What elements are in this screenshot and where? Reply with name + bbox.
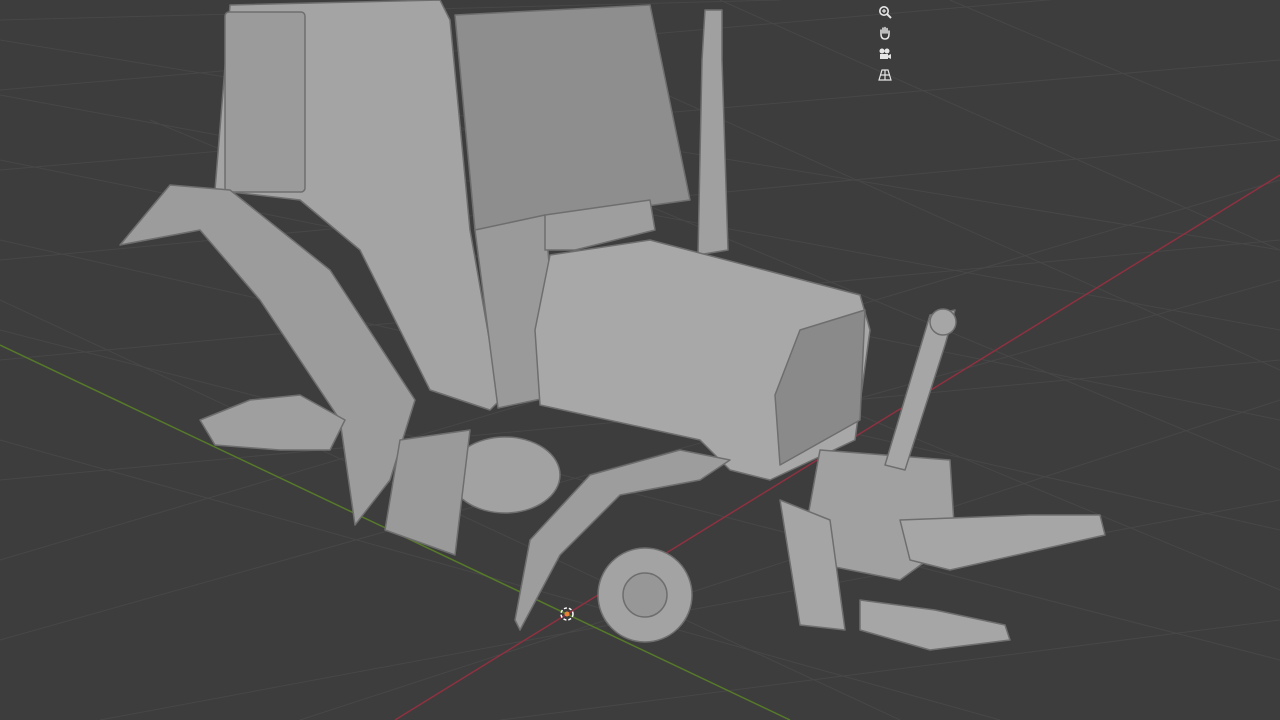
3d-cursor[interactable]: [560, 607, 574, 621]
camera-view-icon[interactable]: [875, 44, 895, 64]
scene-canvas[interactable]: [0, 0, 1280, 720]
zoom-icon[interactable]: [875, 2, 895, 22]
tractor-model[interactable]: [119, 0, 1106, 651]
cab-window: [454, 4, 691, 231]
wheel-hub: [622, 572, 668, 618]
top-link-eye: [929, 308, 957, 336]
lift-arm-lower: [859, 599, 1011, 651]
hand-pan-icon[interactable]: [875, 23, 895, 43]
lift-arm-upper: [899, 514, 1106, 571]
side-window: [224, 11, 306, 193]
navigation-gizmos: [875, 2, 897, 85]
3d-viewport[interactable]: [0, 0, 1280, 720]
perspective-grid-icon[interactable]: [875, 65, 895, 85]
exhaust-stack: [697, 9, 729, 256]
